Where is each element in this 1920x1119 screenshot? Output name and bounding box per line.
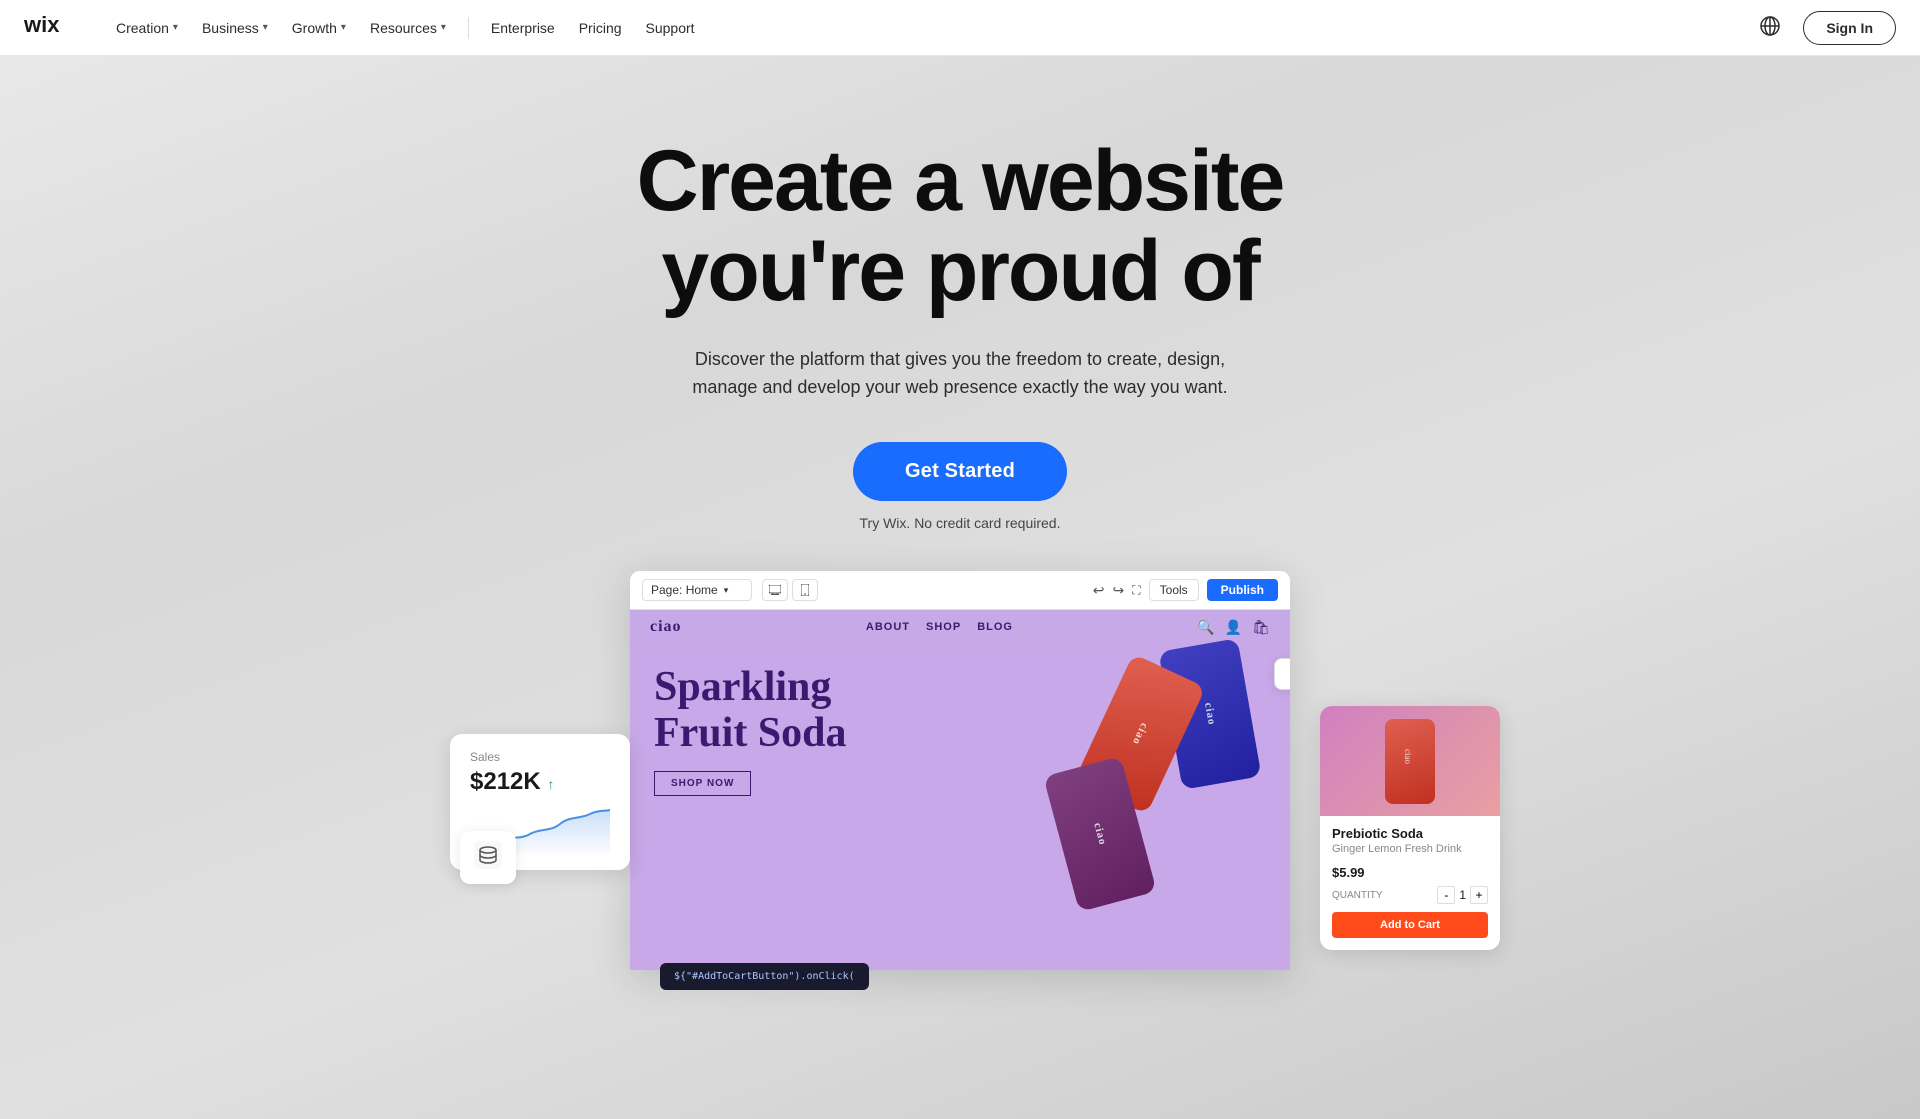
svg-text:wix: wix [24, 14, 60, 36]
product-card: ciao Prebiotic Soda Ginger Lemon Fresh D… [1320, 706, 1500, 950]
redo-button[interactable]: ↪ [1113, 582, 1125, 599]
browser-frame: Page: Home ▾ ↩ ↪ [630, 571, 1290, 970]
product-name: Prebiotic Soda [1332, 826, 1488, 841]
browser-actions: ↩ ↪ ⛶ Tools Publish [1093, 579, 1278, 601]
chevron-down-icon: ▾ [173, 22, 178, 33]
preview-nav-about: ABOUT [866, 621, 910, 633]
quantity-value: 1 [1459, 888, 1466, 902]
product-quantity-row: QUANTITY - 1 + [1320, 880, 1500, 904]
url-bar: 🔒 https://www.ciaodrinks.com [1274, 658, 1290, 690]
lock-icon: 🔒 [1289, 668, 1290, 681]
hero-subtitle: Discover the platform that gives you the… [690, 345, 1230, 403]
preview-nav-icons: 🔍 👤 🛍 [1197, 619, 1270, 636]
fullscreen-button[interactable]: ⛶ [1132, 583, 1140, 598]
sales-label: Sales [470, 750, 610, 764]
quantity-plus-button[interactable]: + [1470, 886, 1488, 904]
nav-item-growth[interactable]: Growth ▾ [282, 14, 356, 42]
preview-logo: ciao [650, 618, 682, 636]
preview-shop-button: SHOP NOW [654, 771, 751, 796]
preview-nav-links: ABOUT SHOP BLOG [866, 621, 1013, 633]
navbar: wix Creation ▾ Business ▾ Growth ▾ Resou… [0, 0, 1920, 56]
product-description: Ginger Lemon Fresh Drink [1332, 843, 1488, 855]
nav-item-business[interactable]: Business ▾ [192, 14, 278, 42]
publish-button[interactable]: Publish [1207, 579, 1278, 601]
nav-right: Sign In [1753, 9, 1896, 46]
preview-nav-blog: BLOG [977, 621, 1013, 633]
product-info: Prebiotic Soda Ginger Lemon Fresh Drink [1320, 816, 1500, 859]
preview-headline: Sparkling Fruit Soda [654, 664, 904, 756]
nav-item-enterprise[interactable]: Enterprise [481, 14, 565, 42]
browser-toolbar: Page: Home ▾ ↩ ↪ [630, 571, 1290, 610]
chevron-down-icon: ▾ [341, 22, 346, 33]
nav-item-support[interactable]: Support [636, 14, 705, 42]
nav-divider [468, 17, 469, 39]
product-image: ciao [1320, 706, 1500, 816]
chevron-down-icon: ▾ [263, 22, 268, 33]
product-can-mini: ciao [1385, 719, 1435, 804]
nav-main-items: Creation ▾ Business ▾ Growth ▾ Resources… [106, 14, 1753, 42]
website-preview: ciao ABOUT SHOP BLOG 🔍 👤 🛍 [630, 610, 1290, 970]
nav-item-creation[interactable]: Creation ▾ [106, 14, 188, 42]
chevron-down-icon: ▾ [441, 22, 446, 33]
quantity-label: QUANTITY [1332, 890, 1383, 901]
sales-trend-icon: ↑ [547, 776, 554, 792]
code-snippet: ${"#AddToCartButton").onClick( [660, 963, 869, 990]
preview-content: Sparkling Fruit Soda SHOP NOW ciao ciao [630, 644, 1290, 815]
hero-title: Create a website you're proud of [637, 136, 1284, 317]
product-price: $5.99 [1320, 865, 1500, 880]
browser-mockup-wrapper: Sales $212K ↑ [0, 571, 1920, 970]
wix-logo[interactable]: wix [24, 14, 74, 41]
sales-value: $212K ↑ [470, 768, 610, 796]
cans-decoration: ciao ciao ciao [980, 634, 1280, 970]
tools-button[interactable]: Tools [1149, 579, 1199, 601]
add-to-cart-button[interactable]: Add to Cart [1332, 912, 1488, 938]
language-selector-button[interactable] [1753, 9, 1787, 46]
nav-item-pricing[interactable]: Pricing [569, 14, 632, 42]
database-icon-card [460, 831, 516, 884]
chevron-down-icon: ▾ [724, 585, 729, 596]
quantity-minus-button[interactable]: - [1437, 886, 1455, 904]
preview-nav-shop: SHOP [926, 621, 961, 633]
cart-icon: 🛍 [1252, 619, 1270, 636]
sign-in-button[interactable]: Sign In [1803, 11, 1896, 45]
page-selector[interactable]: Page: Home ▾ [642, 579, 752, 601]
get-started-button[interactable]: Get Started [853, 442, 1067, 501]
undo-button[interactable]: ↩ [1093, 582, 1105, 599]
hero-note: Try Wix. No credit card required. [860, 515, 1061, 531]
nav-item-resources[interactable]: Resources ▾ [360, 14, 456, 42]
user-icon: 👤 [1225, 619, 1242, 636]
desktop-view-button[interactable] [762, 579, 788, 601]
search-icon: 🔍 [1197, 619, 1214, 636]
view-buttons [762, 579, 818, 601]
hero-section: Create a website you're proud of Discove… [0, 56, 1920, 1119]
mobile-view-button[interactable] [792, 579, 818, 601]
quantity-controls: - 1 + [1437, 886, 1488, 904]
